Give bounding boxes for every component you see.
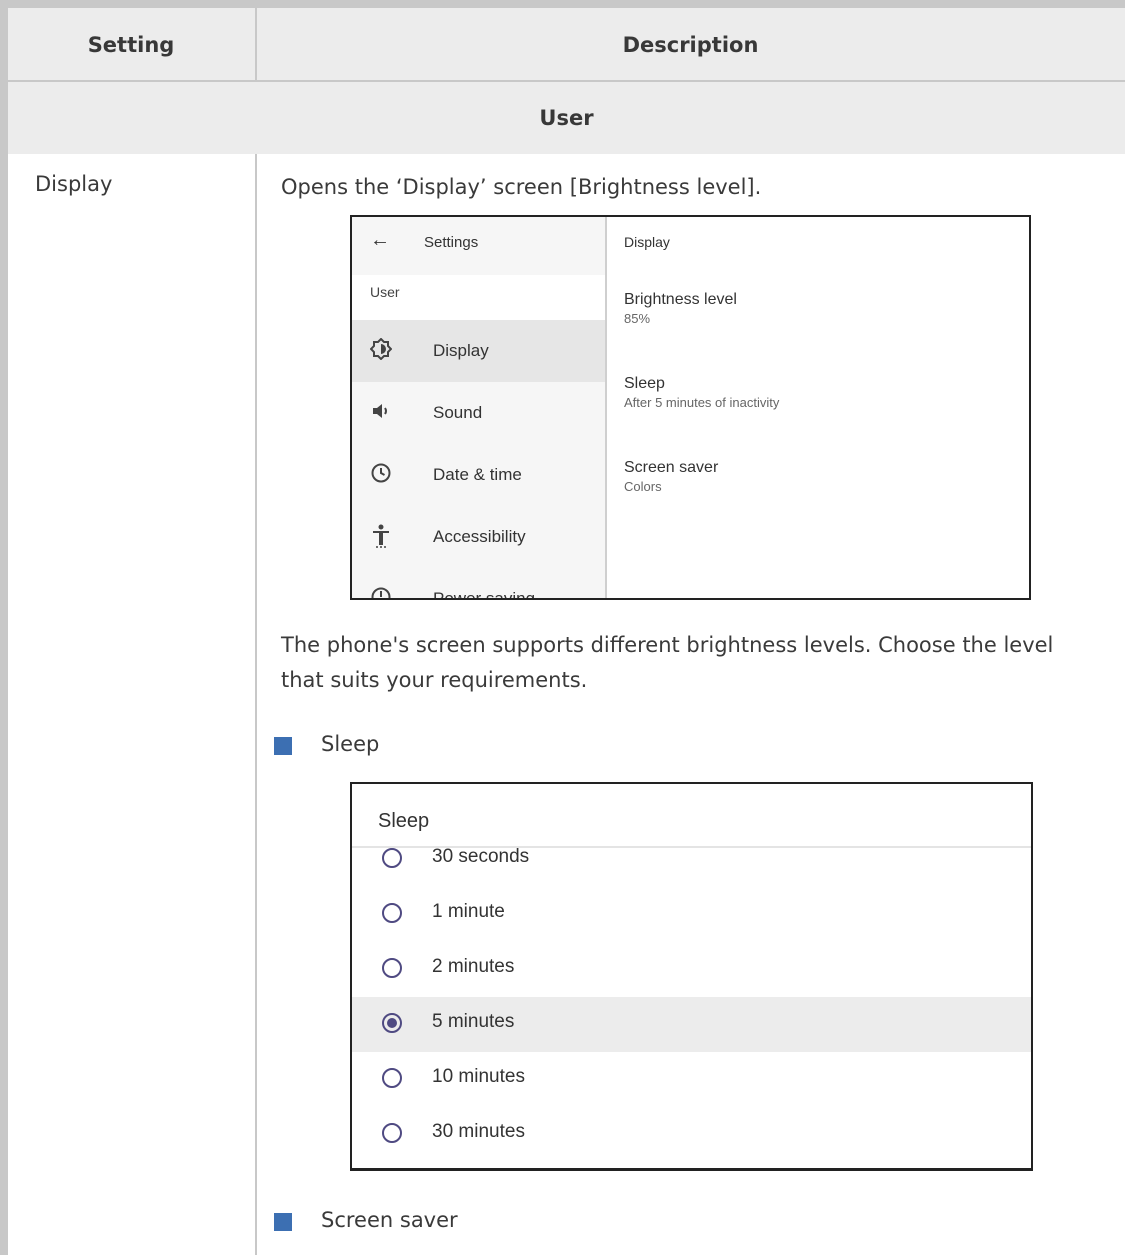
display-settings-screenshot: ← Settings User Display Sound Date & tim… <box>350 215 1031 600</box>
bullet-screen-saver: Screen saver <box>321 1208 458 1232</box>
description-body: The phone's screen supports different br… <box>281 633 1054 692</box>
column-divider <box>255 8 257 82</box>
sidebar-item-sound[interactable]: Sound <box>352 382 605 444</box>
back-arrow-icon[interactable]: ← <box>370 229 390 252</box>
radio-unchecked-icon[interactable] <box>382 1123 402 1143</box>
setting-name: Display <box>35 172 113 196</box>
radio-checked-icon[interactable] <box>382 1013 402 1033</box>
sidebar-item-label: Date & time <box>433 465 522 484</box>
pane-divider <box>605 217 607 598</box>
option-label: 1 minute <box>432 901 505 922</box>
setting-title: Sleep <box>624 375 665 392</box>
sleep-option-2-minutes[interactable]: 2 minutes <box>352 942 1031 997</box>
dialog-title: Sleep <box>378 810 430 832</box>
sleep-option-5-minutes[interactable]: 5 minutes <box>352 997 1031 1052</box>
power-icon <box>370 586 392 598</box>
clock-icon <box>370 462 392 484</box>
setting-title: Brightness level <box>624 291 737 308</box>
sidebar-item-date-time[interactable]: Date & time <box>352 444 605 506</box>
table-header-row: Setting Description <box>8 8 1125 82</box>
sidebar-item-accessibility[interactable]: Accessibility <box>352 506 605 568</box>
column-divider <box>255 154 257 1255</box>
setting-brightness[interactable]: Brightness level 85% <box>624 291 737 326</box>
bullet-square <box>274 737 292 755</box>
option-label: 30 seconds <box>432 846 530 867</box>
sidebar-item-power-saving[interactable]: Power saving <box>352 568 605 600</box>
radio-unchecked-icon[interactable] <box>382 848 402 868</box>
table-border-top <box>0 0 1125 8</box>
sidebar-item-label: Display <box>433 341 489 360</box>
table-border-left <box>0 0 8 1255</box>
brightness-icon <box>369 337 393 361</box>
setting-screen-saver[interactable]: Screen saver Colors <box>624 459 718 494</box>
sidebar-item-label: Power saving <box>433 589 536 600</box>
setting-value: 85% <box>624 311 651 326</box>
sleep-option-30-seconds[interactable]: 30 seconds <box>352 832 1031 887</box>
panel-title: Display <box>624 234 670 250</box>
sleep-option-30-minutes[interactable]: 30 minutes <box>352 1107 1031 1162</box>
option-label: 2 minutes <box>432 956 515 977</box>
header-setting: Setting <box>87 33 175 57</box>
setting-title: Screen saver <box>624 459 719 476</box>
option-label: 30 minutes <box>432 1121 525 1142</box>
description-intro: Opens the ‘Display’ screen [Brightness l… <box>281 175 762 199</box>
sleep-option-1-minute[interactable]: 1 minute <box>352 887 1031 942</box>
sidebar-item-label: Sound <box>433 403 483 422</box>
setting-sleep[interactable]: Sleep After 5 minutes of inactivity <box>624 375 779 410</box>
option-label: 5 minutes <box>432 1011 515 1032</box>
group-heading: User <box>8 82 1125 154</box>
sidebar-item-display[interactable]: Display <box>352 320 605 382</box>
speaker-icon <box>370 400 392 422</box>
bullet-sleep: Sleep <box>321 732 380 756</box>
setting-value: After 5 minutes of inactivity <box>624 395 780 410</box>
radio-unchecked-icon[interactable] <box>382 903 402 923</box>
sidebar-item-label: Accessibility <box>433 527 526 546</box>
option-label: 10 minutes <box>432 1066 525 1087</box>
nav-title: Settings <box>424 234 479 251</box>
bullet-square <box>274 1213 292 1231</box>
radio-unchecked-icon[interactable] <box>382 958 402 978</box>
accessibility-icon <box>370 524 392 548</box>
radio-unchecked-icon[interactable] <box>382 1068 402 1088</box>
radio-dot <box>387 1018 397 1028</box>
settings-table: Setting Description User Display Opens t… <box>0 0 1125 1255</box>
setting-value: Colors <box>624 479 662 494</box>
sleep-option-10-minutes[interactable]: 10 minutes <box>352 1052 1031 1107</box>
section-label: User <box>370 284 400 300</box>
header-description: Description <box>622 33 759 57</box>
sleep-dialog-screenshot: Sleep 30 seconds 1 minute 2 minutes 5 mi… <box>350 782 1033 1171</box>
